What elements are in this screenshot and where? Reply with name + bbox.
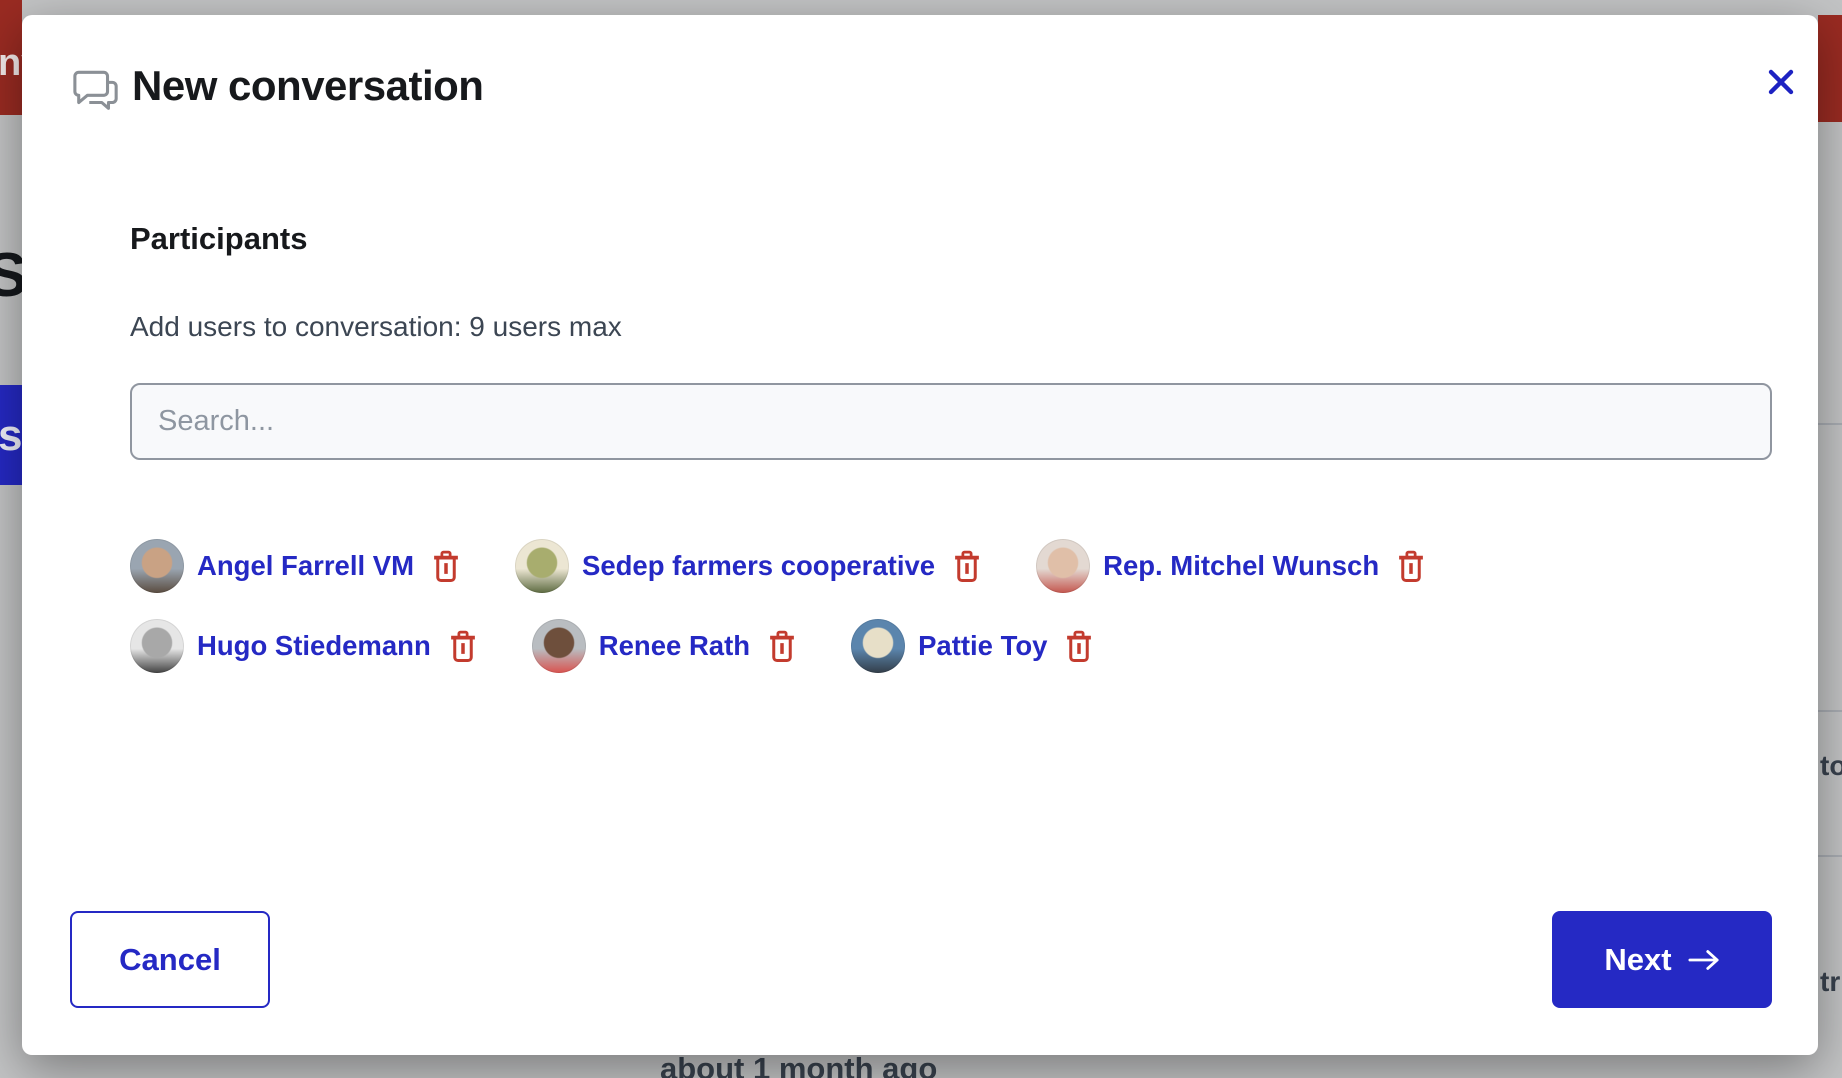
participants-hint: Add users to conversation: 9 users max	[130, 311, 622, 343]
trash-icon	[1064, 629, 1094, 663]
avatar	[130, 619, 184, 673]
avatar	[1036, 539, 1090, 593]
delete-participant-button[interactable]	[1064, 629, 1094, 663]
backdrop-text-fragment: tr	[1820, 966, 1842, 1000]
backdrop-top-nav-right	[1818, 15, 1842, 122]
backdrop-top-nav-left: nv	[0, 0, 22, 115]
participant-name-link[interactable]: Pattie Toy	[918, 630, 1047, 662]
next-button[interactable]: Next	[1552, 911, 1772, 1008]
delete-participant-button[interactable]	[952, 549, 982, 583]
trash-icon	[1396, 549, 1426, 583]
participants-heading: Participants	[130, 221, 307, 257]
participant-item: Sedep farmers cooperative	[515, 539, 982, 593]
backdrop-row-divider	[1818, 423, 1842, 425]
backdrop-text-fragment: to	[1820, 750, 1842, 784]
avatar	[851, 619, 905, 673]
close-button[interactable]	[1762, 63, 1800, 101]
arrow-right-icon	[1688, 948, 1720, 972]
trash-icon	[767, 629, 797, 663]
backdrop-active-nav-text-fragment: sa	[0, 411, 22, 461]
participant-name-link[interactable]: Sedep farmers cooperative	[582, 550, 935, 582]
next-button-label: Next	[1604, 942, 1671, 978]
new-conversation-modal: New conversation Participants Add users …	[22, 15, 1818, 1055]
delete-participant-button[interactable]	[1396, 549, 1426, 583]
avatar	[515, 539, 569, 593]
delete-participant-button[interactable]	[448, 629, 478, 663]
backdrop-page-heading-fragment: S	[0, 240, 22, 310]
close-icon	[1768, 69, 1794, 95]
participant-item: Angel Farrell VM	[130, 539, 461, 593]
participant-name-link[interactable]: Angel Farrell VM	[197, 550, 414, 582]
participant-item: Renee Rath	[532, 619, 797, 673]
participant-name-link[interactable]: Renee Rath	[599, 630, 750, 662]
screen: nv S sa to tr about 1 month ago New conv…	[0, 0, 1842, 1078]
participant-name-link[interactable]: Rep. Mitchel Wunsch	[1103, 550, 1379, 582]
backdrop-timestamp-fragment: about 1 month ago	[660, 1051, 1080, 1078]
avatar	[532, 619, 586, 673]
backdrop-row-divider	[1818, 855, 1842, 857]
delete-participant-button[interactable]	[767, 629, 797, 663]
chat-bubbles-icon	[72, 68, 120, 114]
search-input[interactable]	[130, 383, 1772, 460]
participant-item: Pattie Toy	[851, 619, 1094, 673]
trash-icon	[448, 629, 478, 663]
trash-icon	[952, 549, 982, 583]
backdrop-active-nav-item: sa	[0, 385, 22, 485]
backdrop-nav-text-fragment: nv	[0, 42, 22, 85]
modal-title: New conversation	[132, 62, 483, 110]
cancel-button[interactable]: Cancel	[70, 911, 270, 1008]
avatar	[130, 539, 184, 593]
participant-item: Rep. Mitchel Wunsch	[1036, 539, 1426, 593]
participant-list: Angel Farrell VM Sedep farmers cooperati…	[130, 539, 1780, 673]
participant-item: Hugo Stiedemann	[130, 619, 478, 673]
trash-icon	[431, 549, 461, 583]
backdrop-row-divider	[1818, 710, 1842, 712]
participant-name-link[interactable]: Hugo Stiedemann	[197, 630, 431, 662]
delete-participant-button[interactable]	[431, 549, 461, 583]
